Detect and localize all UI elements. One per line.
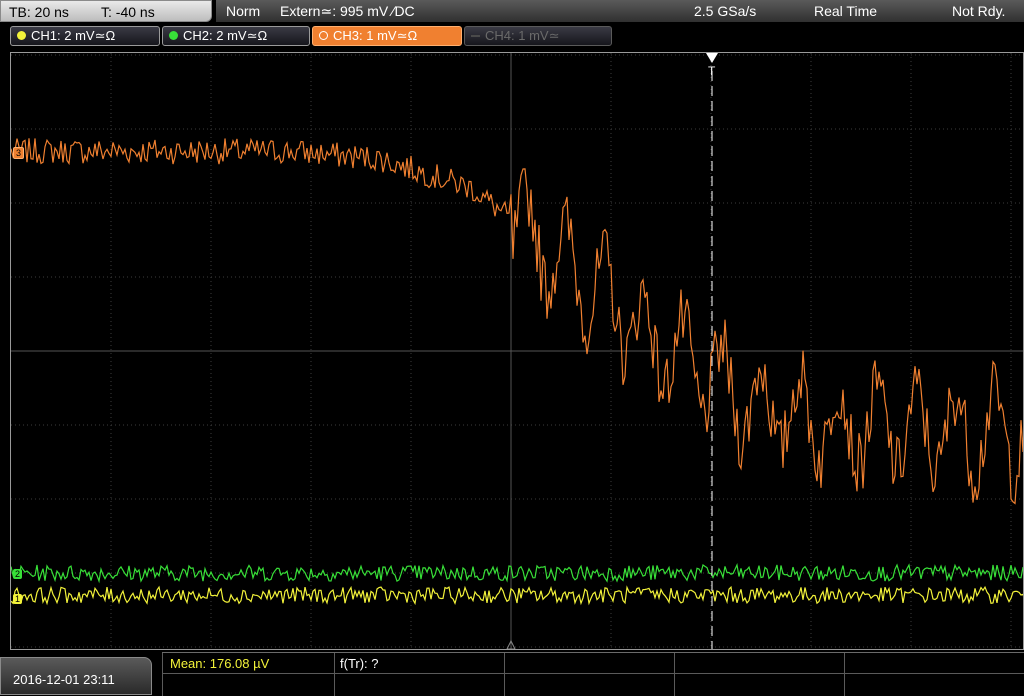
trigger-arrow-icon (706, 53, 718, 63)
ch1-trace (11, 585, 1023, 606)
status-bar: Norm Extern≃: 995 mV ∕DC 2.5 GSa/s Real … (216, 0, 1024, 22)
trigger-time-label: T: -40 ns (101, 4, 155, 20)
channel-1-tab[interactable]: CH1: 2 mV≃Ω (10, 26, 160, 46)
channel-4-off-icon (471, 35, 480, 37)
channel-3-dot-icon (319, 31, 328, 40)
graticule (11, 53, 1023, 649)
timebase-box[interactable]: TB: 20 ns T: -40 ns (0, 0, 212, 22)
trigger-source[interactable]: Extern≃: 995 mV ∕DC (280, 3, 415, 20)
channel-1-offset-marker[interactable]: 1 (13, 594, 23, 604)
datetime-label: 2016-12-01 23:11 (13, 672, 115, 687)
measurement-col-divider (844, 653, 845, 696)
channel-2-offset-marker[interactable]: 2 (13, 569, 23, 579)
channel-tabs: CH1: 2 mV≃Ω CH2: 2 mV≃Ω CH3: 1 mV≃Ω CH4:… (0, 26, 1024, 48)
channel-2-label: CH2: 2 mV≃Ω (183, 28, 268, 43)
measurement-col-divider (334, 653, 335, 696)
sample-rate: 2.5 GSa/s (694, 3, 757, 19)
channel-3-offset-marker[interactable]: 3 (13, 147, 25, 159)
channel-3-tab[interactable]: CH3: 1 mV≃Ω (312, 26, 462, 46)
trigger-label: T (708, 64, 716, 78)
acquisition-state: Not Rdy. (952, 3, 1006, 19)
ch3-trace (11, 137, 1023, 505)
channel-4-label: CH4: 1 mV≃ (485, 28, 560, 43)
datetime-box: 2016-12-01 23:11 (0, 657, 152, 695)
fall-time-measurement: f(Tr): ? (340, 656, 379, 671)
acquisition-mode: Real Time (814, 3, 878, 19)
channel-2-dot-icon (169, 31, 178, 40)
measurement-col-divider (674, 653, 675, 696)
measurement-col-divider (504, 653, 505, 696)
trigger-mode[interactable]: Norm (226, 3, 260, 19)
waveform-plot: T (11, 53, 1023, 649)
bottom-bar: 2016-12-01 23:11 Mean: 176.08 µV f(Tr): … (0, 652, 1024, 696)
traces (11, 137, 1023, 606)
channel-4-tab[interactable]: CH4: 1 mV≃ (464, 26, 612, 46)
measurement-col-divider (162, 653, 163, 696)
timebase-label: TB: 20 ns (9, 4, 69, 20)
measurement-row-divider (162, 673, 1024, 674)
channel-3-label: CH3: 1 mV≃Ω (333, 28, 418, 43)
mean-measurement: Mean: 176.08 µV (170, 656, 270, 671)
waveform-display[interactable]: T 3 2 1 (10, 52, 1024, 650)
channel-1-label: CH1: 2 mV≃Ω (31, 28, 116, 43)
channel-1-dot-icon (17, 31, 26, 40)
top-bar: TB: 20 ns T: -40 ns Norm Extern≃: 995 mV… (0, 0, 1024, 24)
measurement-table[interactable]: Mean: 176.08 µV f(Tr): ? (162, 652, 1024, 696)
ch2-trace (11, 562, 1023, 584)
channel-2-tab[interactable]: CH2: 2 mV≃Ω (162, 26, 310, 46)
